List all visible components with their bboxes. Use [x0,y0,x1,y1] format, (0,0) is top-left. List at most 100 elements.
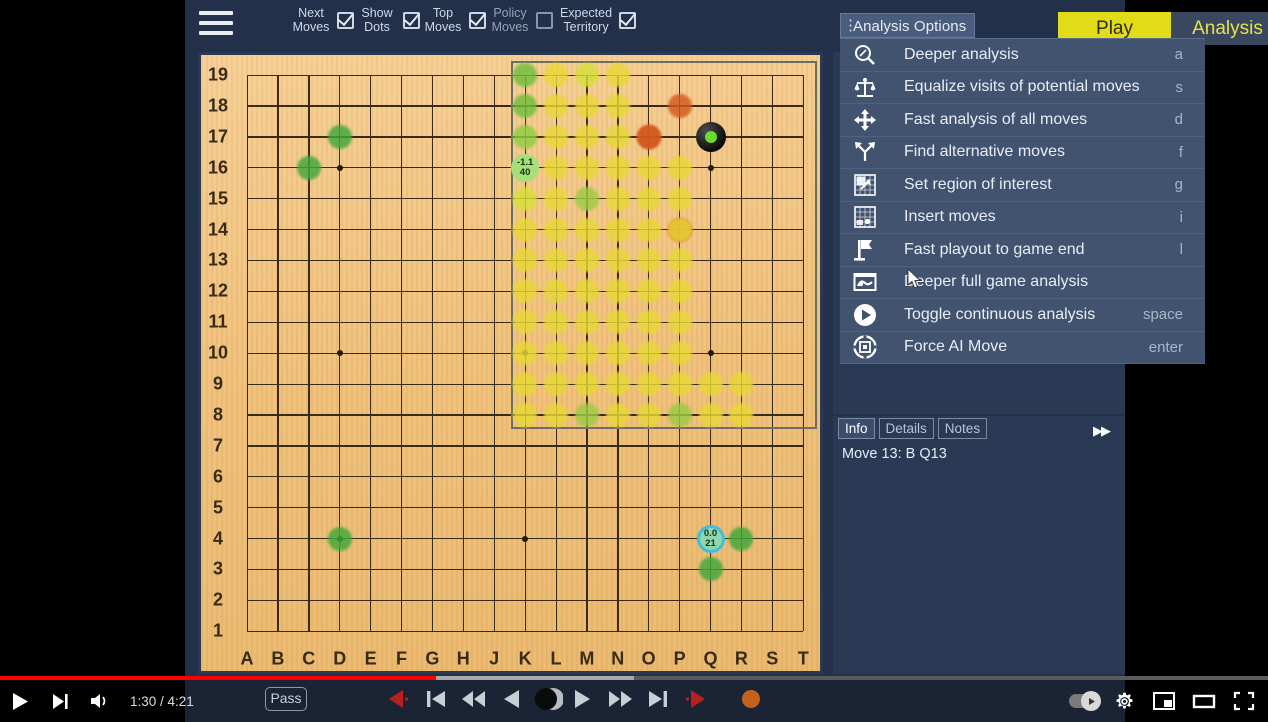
policy-dot[interactable] [668,279,692,303]
toggle-checkbox[interactable] [619,12,636,29]
policy-dot[interactable] [699,557,723,581]
menu-item-fast-playout-to-game-end[interactable]: Fast playout to game endl [840,234,1205,267]
policy-dot[interactable] [606,218,630,242]
policy-dot[interactable] [544,341,568,365]
info-tab-notes[interactable]: Notes [938,418,987,439]
volume-icon[interactable] [80,680,120,722]
toggle-top-moves[interactable]: TopMoves [422,6,486,34]
info-tab-info[interactable]: Info [838,418,875,439]
policy-dot[interactable] [606,341,630,365]
policy-dot[interactable] [544,372,568,396]
policy-dot[interactable] [513,94,537,118]
fullscreen-icon[interactable] [1224,680,1264,722]
toggle-show-dots[interactable]: ShowDots [356,6,420,34]
policy-dot[interactable] [575,187,599,211]
play-icon[interactable] [567,676,597,722]
stone-toggle-icon[interactable] [533,676,563,722]
policy-dot[interactable] [729,403,753,427]
candidate-move-k16[interactable]: -1.140 [511,154,539,182]
toggle-checkbox[interactable] [403,12,420,29]
menu-item-fast-analysis-of-all-moves[interactable]: Fast analysis of all movesd [840,104,1205,137]
policy-dot[interactable] [606,372,630,396]
policy-dot[interactable] [668,341,692,365]
policy-dot[interactable] [637,187,661,211]
policy-dot[interactable] [513,403,537,427]
policy-dot[interactable] [328,527,352,551]
menu-item-deeper-full-game-analysis[interactable]: Deeper full game analysis [840,267,1205,300]
menu-item-set-region-of-interest[interactable]: Set region of interestg [840,169,1205,202]
policy-dot[interactable] [513,63,537,87]
policy-dot[interactable] [513,279,537,303]
policy-dot[interactable] [513,310,537,334]
policy-dot[interactable] [575,248,599,272]
menu-item-toggle-continuous-analysis[interactable]: Toggle continuous analysisspace [840,299,1205,332]
skip-end-icon[interactable] [643,676,673,722]
toggle-next-moves[interactable]: NextMoves [290,6,354,34]
policy-dot[interactable] [606,63,630,87]
policy-dot[interactable] [575,341,599,365]
candidate-move-q4[interactable]: 0.021 [697,525,725,553]
policy-dot[interactable] [729,372,753,396]
next-video-icon[interactable] [40,680,80,722]
policy-dot[interactable] [668,372,692,396]
prev-icon[interactable] [497,676,527,722]
stone-q17[interactable] [696,122,726,152]
policy-dot[interactable] [544,94,568,118]
toggle-checkbox[interactable] [337,12,354,29]
policy-dot[interactable] [668,218,692,242]
policy-dot[interactable] [575,310,599,334]
policy-dot[interactable] [544,248,568,272]
policy-dot[interactable] [575,403,599,427]
policy-dot[interactable] [544,125,568,149]
policy-dot[interactable] [668,403,692,427]
menu-item-deeper-analysis[interactable]: Deeper analysisa [840,39,1205,72]
skip-start-icon[interactable] [421,676,451,722]
step-back-fast-red-icon[interactable] [383,676,413,722]
settings-gear-icon[interactable] [1104,680,1144,722]
policy-dot[interactable] [513,187,537,211]
policy-dot[interactable] [328,125,352,149]
analysis-options-button[interactable]: Analysis Options [840,13,975,38]
policy-dot[interactable] [668,156,692,180]
theater-icon[interactable] [1184,680,1224,722]
policy-dot[interactable] [668,248,692,272]
policy-dot[interactable] [575,218,599,242]
policy-dot[interactable] [513,341,537,365]
policy-dot[interactable] [637,248,661,272]
autoplay-toggle-icon[interactable] [1064,680,1104,722]
menu-item-insert-moves[interactable]: Insert movesi [840,202,1205,235]
policy-dot[interactable] [544,63,568,87]
go-board[interactable]: ABCDEFGHJKLMNOPQRST191817161514131211109… [198,52,823,674]
policy-dot[interactable] [637,372,661,396]
policy-dot[interactable] [606,310,630,334]
policy-dot[interactable] [544,279,568,303]
policy-dot[interactable] [637,310,661,334]
policy-dot[interactable] [513,372,537,396]
policy-dot[interactable] [575,279,599,303]
policy-dot[interactable] [668,187,692,211]
policy-dot[interactable] [699,372,723,396]
policy-dot[interactable] [575,63,599,87]
policy-dot[interactable] [606,94,630,118]
menu-item-force-ai-move[interactable]: Force AI Moveenter [840,332,1205,365]
fast-forward-icon[interactable] [605,676,635,722]
policy-dot[interactable] [513,248,537,272]
policy-dot[interactable] [575,372,599,396]
policy-dot[interactable] [606,187,630,211]
policy-dot[interactable] [637,403,661,427]
rewind-icon[interactable] [459,676,489,722]
policy-dot[interactable] [668,310,692,334]
policy-dot[interactable] [297,156,321,180]
policy-dot[interactable] [575,156,599,180]
panel-collapse-chevron-info[interactable]: ▶▶ [1093,423,1109,439]
step-forward-fast-red-icon[interactable] [681,676,711,722]
policy-dot[interactable] [606,403,630,427]
policy-dot[interactable] [544,403,568,427]
analysis-options-menu[interactable]: Deeper analysisaEqualize visits of poten… [840,38,1205,364]
policy-dot[interactable] [637,279,661,303]
policy-dot[interactable] [544,156,568,180]
policy-dot[interactable] [606,248,630,272]
policy-dot[interactable] [513,218,537,242]
policy-dot[interactable] [606,279,630,303]
policy-dot[interactable] [729,527,753,551]
